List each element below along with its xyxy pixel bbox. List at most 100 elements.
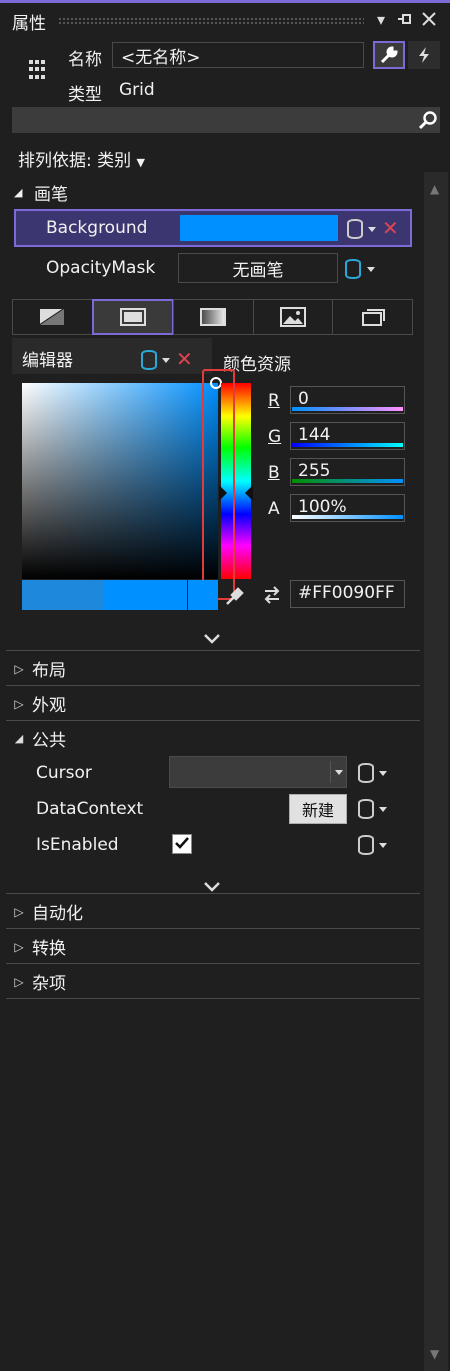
database-icon[interactable] xyxy=(347,219,363,239)
tab-solid-brush[interactable] xyxy=(91,299,175,335)
background-color-swatch[interactable] xyxy=(180,215,338,241)
blue-input[interactable]: 255 xyxy=(290,458,405,486)
section-divider xyxy=(6,998,420,999)
green-label: G xyxy=(268,427,282,447)
section-transform-title: 转换 xyxy=(32,939,66,959)
isenabled-checkbox[interactable] xyxy=(172,834,192,854)
type-value: Grid xyxy=(119,80,155,100)
panel-title: 属性 xyxy=(12,14,46,34)
blue-bar xyxy=(292,479,403,483)
section-layout[interactable]: ▷ 布局 xyxy=(6,650,420,686)
chevron-down-icon: ▼ xyxy=(136,156,146,169)
current-color-swatch xyxy=(103,580,218,610)
initial-color-swatch xyxy=(22,580,103,610)
chevron-down-icon[interactable] xyxy=(367,267,375,272)
grid-icon xyxy=(29,60,49,80)
property-search-input[interactable] xyxy=(12,107,440,133)
expand-triangle-icon: ▷ xyxy=(14,974,24,989)
type-label: 类型 xyxy=(68,85,102,105)
gradient-brush-icon xyxy=(200,308,227,326)
section-transform[interactable]: ▷ 转换 xyxy=(6,928,420,964)
green-bar xyxy=(292,443,403,447)
database-icon[interactable] xyxy=(358,835,374,855)
expand-triangle-icon: ▷ xyxy=(14,696,24,711)
database-icon[interactable] xyxy=(345,259,361,279)
hex-value: #FF0090FF xyxy=(298,583,395,603)
tab-no-brush[interactable] xyxy=(12,299,93,335)
section-brush-title: 画笔 xyxy=(34,185,68,205)
chevron-down-icon[interactable] xyxy=(379,771,387,776)
chevron-down-icon[interactable] xyxy=(379,843,387,848)
section-automation[interactable]: ▷ 自动化 xyxy=(6,893,420,929)
name-label: 名称 xyxy=(68,50,102,70)
new-button-label: 新建 xyxy=(301,801,334,820)
background-label: Background xyxy=(46,218,148,238)
section-common[interactable]: ◢ 公共 xyxy=(6,720,420,756)
solid-brush-icon xyxy=(119,308,146,326)
alpha-bar xyxy=(292,515,403,519)
close-icon[interactable] xyxy=(418,8,440,30)
tab-gradient-brush[interactable] xyxy=(173,299,254,335)
section-brush[interactable]: ◢ 画笔 xyxy=(14,180,68,205)
collapse-icon: ◢ xyxy=(14,732,24,745)
database-icon[interactable] xyxy=(358,799,374,819)
section-appearance-title: 外观 xyxy=(32,696,66,716)
vertical-scrollbar[interactable]: ▲ ▼ xyxy=(424,172,448,1371)
sort-by-dropdown[interactable]: 排列依据: 类别 ▼ xyxy=(18,146,145,171)
editor-tab[interactable]: 编辑器 ✕ xyxy=(12,338,212,374)
alpha-input[interactable]: 100% xyxy=(290,494,405,522)
sort-by-label: 排列依据: 类别 xyxy=(18,151,132,171)
red-bar xyxy=(292,407,403,411)
name-input[interactable]: <无名称> xyxy=(112,42,364,68)
scroll-up-icon[interactable]: ▲ xyxy=(430,182,439,196)
blue-label: B xyxy=(268,463,280,483)
background-property-row[interactable]: Background ✕ xyxy=(14,209,412,247)
no-brush-icon xyxy=(39,308,65,326)
scroll-down-icon[interactable]: ▼ xyxy=(430,1347,439,1361)
cursor-combobox[interactable] xyxy=(169,756,347,788)
collapse-icon: ◢ xyxy=(14,186,23,199)
alpha-label: A xyxy=(268,499,280,519)
dropdown-icon[interactable]: ▾ xyxy=(370,8,392,30)
section-appearance[interactable]: ▷ 外观 xyxy=(6,685,420,721)
section-misc[interactable]: ▷ 杂项 xyxy=(6,963,420,999)
chevron-down-icon[interactable] xyxy=(368,227,376,232)
panel-title-bar: 属性 ▾ xyxy=(0,0,450,34)
tab-image-brush[interactable] xyxy=(252,299,334,335)
clear-x-icon[interactable]: ✕ xyxy=(382,218,399,238)
swap-icon[interactable] xyxy=(262,585,282,605)
swatch-divider xyxy=(187,580,188,610)
title-grip[interactable] xyxy=(58,17,364,25)
events-button[interactable] xyxy=(408,41,440,69)
new-datacontext-button[interactable]: 新建 xyxy=(289,794,347,824)
opacity-mask-value[interactable]: 无画笔 xyxy=(178,253,338,283)
database-icon[interactable] xyxy=(141,350,157,370)
alpha-value: 100% xyxy=(298,497,347,517)
blue-value: 255 xyxy=(298,461,331,481)
green-input[interactable]: 144 xyxy=(290,422,405,450)
chevron-down-icon[interactable] xyxy=(379,807,387,812)
section-common-title: 公共 xyxy=(32,731,66,751)
saturation-value-picker[interactable] xyxy=(22,383,218,579)
red-label: R xyxy=(268,391,280,411)
eyedropper-icon[interactable] xyxy=(224,585,246,607)
red-input[interactable]: 0 xyxy=(290,386,405,414)
database-icon[interactable] xyxy=(358,763,374,783)
lightning-icon xyxy=(419,47,429,63)
editor-tab-label: 编辑器 xyxy=(22,351,73,371)
expand-chevron-icon[interactable] xyxy=(203,626,221,650)
section-automation-title: 自动化 xyxy=(32,904,83,924)
pin-icon[interactable] xyxy=(394,8,416,30)
expand-triangle-icon: ▷ xyxy=(14,939,24,954)
opacity-mask-text: 无画笔 xyxy=(232,260,284,281)
checkmark-icon xyxy=(175,837,189,849)
chevron-down-icon[interactable] xyxy=(162,358,170,363)
properties-wrench-button[interactable] xyxy=(373,41,405,69)
hex-input[interactable]: #FF0090FF xyxy=(290,580,405,608)
highlight-box xyxy=(202,369,235,600)
chevron-down-icon[interactable] xyxy=(335,770,343,775)
name-value: <无名称> xyxy=(121,47,201,68)
wrench-icon xyxy=(380,46,398,64)
tab-resource-brush[interactable] xyxy=(332,299,413,335)
clear-x-icon[interactable]: ✕ xyxy=(176,349,193,369)
